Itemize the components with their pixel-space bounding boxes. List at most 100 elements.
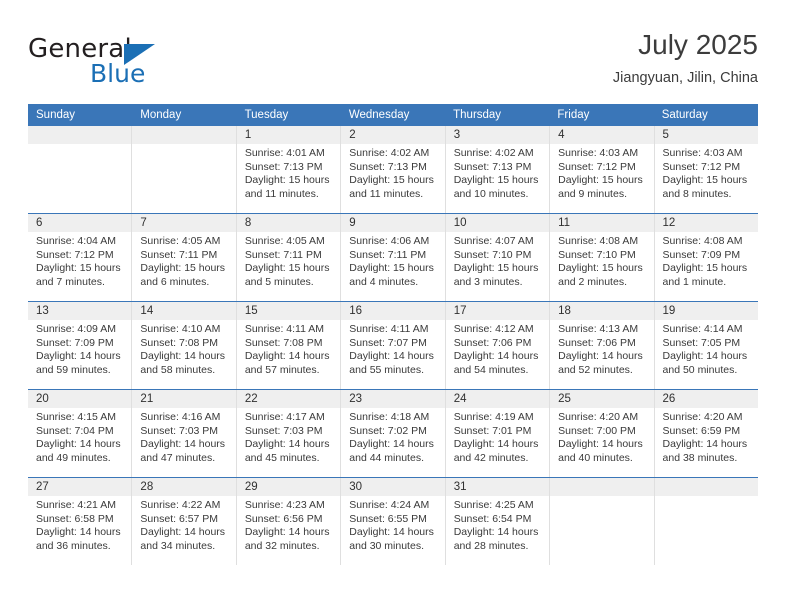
day-cell-29[interactable]: Sunrise: 4:23 AM Sunset: 6:56 PM Daylight:… <box>235 496 340 565</box>
day-number-23[interactable]: 23 <box>340 390 444 408</box>
day-cell-4[interactable]: Sunrise: 4:03 AM Sunset: 7:12 PM Daylight:… <box>549 144 653 213</box>
day-sunset-text: Sunset: 7:03 PM <box>244 424 323 437</box>
day-cell-22[interactable]: Sunrise: 4:17 AM Sunset: 7:03 PM Daylight:… <box>235 408 340 477</box>
day-cell-30[interactable]: Sunrise: 4:24 AM Sunset: 6:55 PM Daylight:… <box>340 496 444 565</box>
day-cell-24[interactable]: Sunrise: 4:19 AM Sunset: 7:01 PM Daylight:… <box>444 408 549 477</box>
day-number-7[interactable]: 7 <box>131 214 235 232</box>
day-cell-13[interactable]: Sunrise: 4:09 AM Sunset: 7:09 PM Daylight:… <box>28 320 131 389</box>
day-daylight-text: Daylight: 14 hours <box>140 526 226 539</box>
day-number-2[interactable]: 2 <box>340 126 444 144</box>
day-sunrise-text: Sunrise: 4:04 AM <box>36 235 116 247</box>
day-cell-5[interactable]: Sunrise: 4:03 AM Sunset: 7:12 PM Daylight:… <box>653 144 758 213</box>
day-cell-21[interactable]: Sunrise: 4:16 AM Sunset: 7:03 PM Daylight:… <box>131 408 235 477</box>
day-daylight-text: and 38 minutes. <box>662 451 738 464</box>
day-number-11[interactable]: 11 <box>549 214 653 232</box>
day-cell-11[interactable]: Sunrise: 4:08 AM Sunset: 7:10 PM Daylight:… <box>549 232 653 301</box>
day-cell-7[interactable]: Sunrise: 4:05 AM Sunset: 7:11 PM Daylight:… <box>131 232 235 301</box>
day-cell-16[interactable]: Sunrise: 4:11 AM Sunset: 7:07 PM Daylight:… <box>340 320 444 389</box>
calendar-weeks: 1 2 3 4 5 Sunrise: 4:01 AM Sunset: 7:13 PM Dayl… <box>28 126 758 565</box>
day-cell-6[interactable]: Sunrise: 4:04 AM Sunset: 7:12 PM Daylight:… <box>28 232 131 301</box>
day-cell-31[interactable]: Sunrise: 4:25 AM Sunset: 6:54 PM Daylight:… <box>444 496 549 565</box>
day-number-28[interactable]: 28 <box>131 478 235 496</box>
page-title: July 2025 <box>638 29 758 60</box>
day-number-31[interactable]: 31 <box>444 478 549 496</box>
day-cell-14[interactable]: Sunrise: 4:10 AM Sunset: 7:08 PM Daylight:… <box>131 320 235 389</box>
day-number-14[interactable]: 14 <box>131 302 235 320</box>
day-number-13[interactable]: 13 <box>28 302 131 320</box>
day-number-29[interactable]: 29 <box>235 478 340 496</box>
day-daylight-text: and 50 minutes. <box>662 363 738 376</box>
day-sunrise-text: Sunrise: 4:22 AM <box>140 499 221 511</box>
day-number-20[interactable]: 20 <box>28 390 131 408</box>
day-cell-23[interactable]: Sunrise: 4:18 AM Sunset: 7:02 PM Daylight:… <box>340 408 444 477</box>
day-cell-empty <box>131 144 235 213</box>
calendar-week-row: 20 21 22 23 24 25 26 Sunrise: 4:15 AM Sunset: 7:… <box>28 389 758 477</box>
day-sunset-text: Sunset: 7:08 PM <box>244 336 323 349</box>
day-number-19[interactable]: 19 <box>653 302 758 320</box>
day-number-9[interactable]: 9 <box>340 214 444 232</box>
day-cell-2[interactable]: Sunrise: 4:02 AM Sunset: 7:13 PM Daylight:… <box>340 144 444 213</box>
day-cell-3[interactable]: Sunrise: 4:02 AM Sunset: 7:13 PM Daylight:… <box>444 144 549 213</box>
day-number-empty <box>131 126 235 144</box>
day-number-17[interactable]: 17 <box>444 302 549 320</box>
day-cell-10[interactable]: Sunrise: 4:07 AM Sunset: 7:10 PM Daylight:… <box>444 232 549 301</box>
day-daylight-text: and 55 minutes. <box>349 363 424 376</box>
day-sunrise-text: Sunrise: 4:16 AM <box>140 411 221 423</box>
day-number-1[interactable]: 1 <box>235 126 340 144</box>
day-daylight-text: and 7 minutes. <box>36 275 105 288</box>
day-sunrise-text: Sunrise: 4:24 AM <box>349 499 430 511</box>
week-detail-band: Sunrise: 4:15 AM Sunset: 7:04 PM Daylight:… <box>28 408 758 477</box>
day-number-3[interactable]: 3 <box>444 126 549 144</box>
day-number-5[interactable]: 5 <box>653 126 758 144</box>
day-cell-28[interactable]: Sunrise: 4:22 AM Sunset: 6:57 PM Daylight:… <box>131 496 235 565</box>
day-number-6[interactable]: 6 <box>28 214 131 232</box>
weekday-header-tuesday: Tuesday <box>244 109 289 121</box>
day-number-10[interactable]: 10 <box>444 214 549 232</box>
day-number-26[interactable]: 26 <box>653 390 758 408</box>
day-cell-20[interactable]: Sunrise: 4:15 AM Sunset: 7:04 PM Daylight:… <box>28 408 131 477</box>
day-number-16[interactable]: 16 <box>340 302 444 320</box>
day-sunset-text: Sunset: 7:09 PM <box>36 336 114 349</box>
day-sunrise-text: Sunrise: 4:12 AM <box>453 323 534 335</box>
day-sunrise-text: Sunrise: 4:08 AM <box>558 235 639 247</box>
day-sunrise-text: Sunrise: 4:18 AM <box>349 411 430 423</box>
day-daylight-text: Daylight: 14 hours <box>662 438 748 451</box>
day-number-25[interactable]: 25 <box>549 390 653 408</box>
day-number-12[interactable]: 12 <box>653 214 758 232</box>
day-number-4[interactable]: 4 <box>549 126 653 144</box>
day-sunset-text: Sunset: 6:55 PM <box>349 512 427 525</box>
day-cell-26[interactable]: Sunrise: 4:20 AM Sunset: 6:59 PM Daylight:… <box>653 408 758 477</box>
day-cell-17[interactable]: Sunrise: 4:12 AM Sunset: 7:06 PM Daylight:… <box>444 320 549 389</box>
day-cell-1[interactable]: Sunrise: 4:01 AM Sunset: 7:13 PM Daylight:… <box>235 144 340 213</box>
day-cell-27[interactable]: Sunrise: 4:21 AM Sunset: 6:58 PM Daylight:… <box>28 496 131 565</box>
day-sunset-text: Sunset: 7:00 PM <box>558 424 636 437</box>
day-daylight-text: Daylight: 14 hours <box>244 350 330 363</box>
weekday-header-monday: Monday <box>140 109 182 121</box>
day-cell-18[interactable]: Sunrise: 4:13 AM Sunset: 7:06 PM Daylight:… <box>549 320 653 389</box>
day-cell-12[interactable]: Sunrise: 4:08 AM Sunset: 7:09 PM Daylight:… <box>653 232 758 301</box>
day-number-8[interactable]: 8 <box>235 214 340 232</box>
day-daylight-text: and 44 minutes. <box>349 451 424 464</box>
day-sunrise-text: Sunrise: 4:19 AM <box>453 411 534 423</box>
day-daylight-text: and 10 minutes. <box>453 187 529 200</box>
day-cell-15[interactable]: Sunrise: 4:11 AM Sunset: 7:08 PM Daylight:… <box>235 320 340 389</box>
day-daylight-text: and 5 minutes. <box>244 275 314 288</box>
day-number-22[interactable]: 22 <box>235 390 340 408</box>
day-cell-25[interactable]: Sunrise: 4:20 AM Sunset: 7:00 PM Daylight:… <box>549 408 653 477</box>
day-number-30[interactable]: 30 <box>340 478 444 496</box>
day-number-18[interactable]: 18 <box>549 302 653 320</box>
day-cell-9[interactable]: Sunrise: 4:06 AM Sunset: 7:11 PM Daylight:… <box>340 232 444 301</box>
week-detail-band: Sunrise: 4:01 AM Sunset: 7:13 PM Daylight:… <box>28 144 758 213</box>
day-number-21[interactable]: 21 <box>131 390 235 408</box>
day-number-24[interactable]: 24 <box>444 390 549 408</box>
day-daylight-text: and 58 minutes. <box>140 363 216 376</box>
week-date-number-band: 20 21 22 23 24 25 26 <box>28 390 758 408</box>
day-sunset-text: Sunset: 6:58 PM <box>36 512 114 525</box>
day-daylight-text: Daylight: 14 hours <box>36 438 121 451</box>
day-cell-8[interactable]: Sunrise: 4:05 AM Sunset: 7:11 PM Daylight:… <box>235 232 340 301</box>
day-number-15[interactable]: 15 <box>235 302 340 320</box>
day-cell-19[interactable]: Sunrise: 4:14 AM Sunset: 7:05 PM Daylight:… <box>653 320 758 389</box>
week-date-number-band: 27 28 29 30 31 <box>28 478 758 496</box>
day-daylight-text: and 2 minutes. <box>558 275 627 288</box>
day-number-27[interactable]: 27 <box>28 478 131 496</box>
